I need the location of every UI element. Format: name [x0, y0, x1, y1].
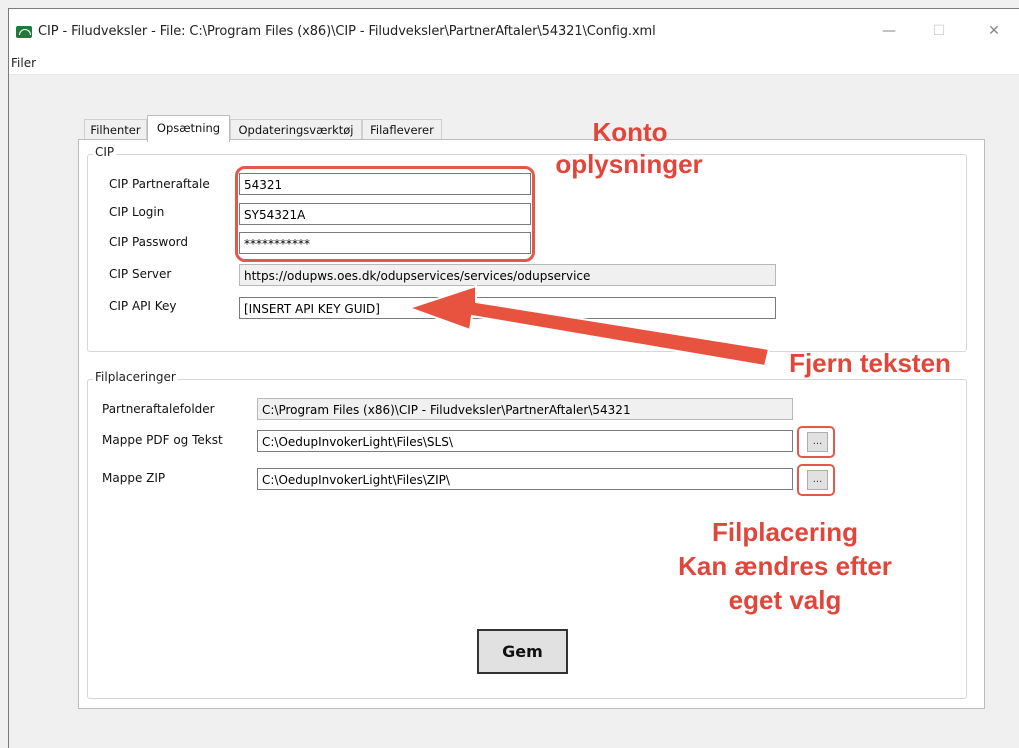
- konto-annotation-line2: oplysninger: [555, 149, 703, 179]
- konto-annotation-line1: Konto: [592, 117, 668, 147]
- menu-item-filer[interactable]: Filer: [11, 56, 36, 70]
- app-logo-icon: [16, 26, 32, 38]
- fjern-annotation: Fjern teksten: [789, 348, 951, 378]
- login-label: CIP Login: [109, 205, 165, 219]
- filplaceringer-group-title: Filplaceringer: [93, 370, 178, 384]
- pdf-folder-label: Mappe PDF og Tekst: [102, 433, 223, 447]
- api-key-input[interactable]: [INSERT API KEY GUID]: [239, 297, 776, 319]
- filplacering-annotation-line3: eget valg: [728, 585, 842, 615]
- partneraftale-label: CIP Partneraftale: [109, 177, 210, 191]
- cip-group-title: CIP: [93, 145, 117, 159]
- maximize-button[interactable]: ☐: [917, 19, 961, 43]
- title-bar[interactable]: CIP - Filudveksler - File: C:\Program Fi…: [9, 9, 1019, 52]
- zip-folder-input[interactable]: C:\OedupInvokerLight\Files\ZIP\: [257, 468, 793, 490]
- close-button[interactable]: ✕: [972, 19, 1016, 43]
- save-button[interactable]: Gem: [477, 629, 568, 674]
- tab-opsaetning[interactable]: Opsætning: [147, 115, 230, 142]
- tab-filafleverer[interactable]: Filafleverer: [362, 119, 442, 141]
- zip-browse-highlight-box: [797, 464, 835, 496]
- partner-folder-field: C:\Program Files (x86)\CIP - Filudveksle…: [257, 398, 793, 420]
- tab-opdateringsvaerktoej[interactable]: Opdateringsværktøj: [230, 119, 362, 141]
- server-label: CIP Server: [109, 267, 172, 281]
- window-title: CIP - Filudveksler - File: C:\Program Fi…: [38, 24, 656, 39]
- filplacering-annotation-line1: Filplacering: [712, 517, 858, 547]
- pdf-browse-highlight-box: [797, 426, 835, 458]
- minimize-button[interactable]: —: [867, 19, 911, 43]
- pdf-folder-input[interactable]: C:\OedupInvokerLight\Files\SLS\: [257, 430, 793, 452]
- password-label: CIP Password: [109, 235, 189, 249]
- zip-folder-label: Mappe ZIP: [102, 471, 166, 485]
- menu-bar: Filer: [9, 52, 1019, 75]
- konto-highlight-box: [235, 166, 535, 262]
- tab-filhenter[interactable]: Filhenter: [84, 119, 147, 141]
- partner-folder-label: Partneraftalefolder: [102, 402, 215, 416]
- filplacering-annotation-line2: Kan ændres efter: [678, 551, 892, 581]
- server-field: https://odupws.oes.dk/odupservices/servi…: [239, 264, 776, 286]
- api-key-label: CIP API Key: [109, 299, 177, 313]
